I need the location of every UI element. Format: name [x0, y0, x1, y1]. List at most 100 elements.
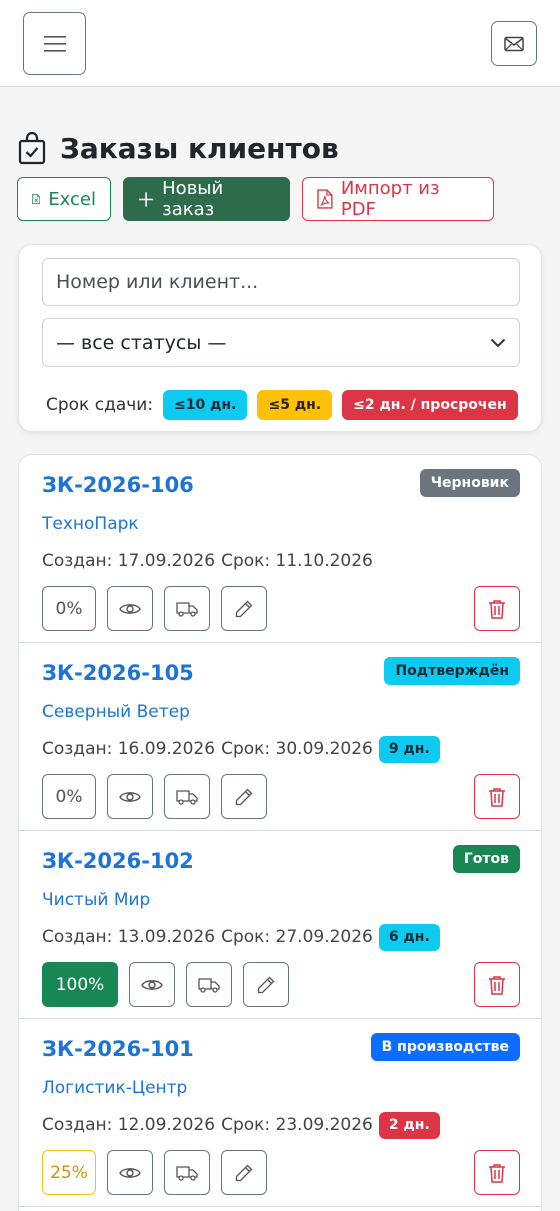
shipment-button[interactable]	[186, 962, 232, 1007]
days-left-badge: 6 дн.	[378, 923, 440, 951]
truck-icon	[198, 977, 220, 993]
truck-icon	[176, 789, 198, 805]
edit-button[interactable]	[221, 1150, 267, 1195]
client-link[interactable]: Северный Ветер	[42, 702, 190, 722]
order-number-link[interactable]: ЗК-2026-106	[42, 473, 194, 497]
status-badge: Черновик	[419, 469, 520, 497]
messages-button[interactable]	[491, 21, 537, 66]
page-title: Заказы клиентов	[60, 131, 339, 165]
progress-button[interactable]: 25%	[42, 1150, 96, 1195]
progress-button[interactable]: 0%	[42, 774, 96, 819]
deadline-chip-5[interactable]: ≤5 дн.	[257, 390, 333, 420]
status-select-value: — все статусы —	[56, 331, 227, 354]
status-badge: Подтверждён	[384, 657, 520, 685]
trash-icon	[489, 1163, 505, 1183]
truck-icon	[176, 601, 198, 617]
created-date: Создан: 12.09.2026	[42, 1115, 216, 1135]
pencil-icon	[235, 600, 253, 617]
edit-button[interactable]	[221, 774, 267, 819]
new-order-button[interactable]: Новый заказ	[123, 177, 290, 221]
deadline-chip-2[interactable]: ≤2 дн. / просрочен	[342, 390, 518, 420]
import-pdf-label: Импорт из PDF	[340, 178, 440, 220]
progress-button[interactable]: 100%	[42, 962, 118, 1007]
eye-icon	[119, 1167, 141, 1178]
page-header: Заказы клиентов	[18, 128, 339, 168]
trash-icon	[489, 975, 505, 995]
order-number-link[interactable]: ЗК-2026-102	[42, 849, 194, 873]
status-badge: В производстве	[370, 1033, 520, 1061]
excel-label: Excel	[48, 188, 96, 210]
order-dates: Создан: 12.09.2026 Срок: 23.09.2026 2 дн…	[42, 1111, 440, 1139]
toolbar: Excel Новый заказ Импорт из PDF	[17, 177, 494, 221]
deadline-chip-10[interactable]: ≤10 дн.	[163, 390, 248, 420]
order-number-link[interactable]: ЗК-2026-105	[42, 661, 194, 685]
trash-icon	[489, 787, 505, 807]
shopping-bag-check-icon	[18, 131, 46, 165]
file-excel-icon	[32, 193, 41, 205]
filter-panel: — все статусы — Срок сдачи: ≤10 дн. ≤5 д…	[18, 244, 542, 432]
order-dates: Создан: 16.09.2026 Срок: 30.09.2026 9 дн…	[42, 735, 440, 763]
top-navbar	[0, 0, 560, 87]
view-button[interactable]	[107, 1150, 153, 1195]
progress-button[interactable]: 0%	[42, 586, 96, 631]
chevron-down-icon	[490, 338, 506, 347]
deadline-date: Срок: 27.09.2026	[221, 927, 373, 947]
view-button[interactable]	[129, 962, 175, 1007]
deadline-date: Срок: 30.09.2026	[221, 739, 373, 759]
pencil-icon	[257, 976, 275, 993]
edit-button[interactable]	[243, 962, 289, 1007]
deadline-label: Срок сдачи:	[46, 395, 154, 415]
client-link[interactable]: Логистик-Центр	[42, 1078, 187, 1098]
view-button[interactable]	[107, 774, 153, 819]
shipment-button[interactable]	[164, 586, 210, 631]
order-dates: Создан: 13.09.2026 Срок: 27.09.2026 6 дн…	[42, 923, 440, 951]
order-tools: 0%	[42, 586, 267, 631]
order-dates: Создан: 17.09.2026 Срок: 11.10.2026	[42, 547, 373, 575]
shipment-button[interactable]	[164, 1150, 210, 1195]
pencil-icon	[235, 788, 253, 805]
view-button[interactable]	[107, 586, 153, 631]
status-badge: Готов	[452, 845, 520, 873]
order-tools: 25%	[42, 1150, 267, 1195]
order-item: ЗК-2026-106 Черновик ТехноПарк Создан: 1…	[19, 455, 541, 643]
eye-icon	[141, 979, 163, 990]
order-item: ЗК-2026-105 Подтверждён Северный Ветер С…	[19, 643, 541, 831]
new-order-label: Новый заказ	[162, 178, 224, 220]
trash-icon	[489, 599, 505, 619]
search-input[interactable]	[42, 258, 520, 306]
created-date: Создан: 16.09.2026	[42, 739, 216, 759]
edit-button[interactable]	[221, 586, 267, 631]
order-item: ЗК-2026-101 В производстве Логистик-Цент…	[19, 1019, 541, 1207]
days-left-badge: 9 дн.	[378, 735, 440, 763]
delete-button[interactable]	[474, 962, 520, 1007]
order-item: ЗК-2026-102 Готов Чистый Мир Создан: 13.…	[19, 831, 541, 1019]
deadline-date: Срок: 11.10.2026	[221, 551, 373, 571]
hamburger-icon	[43, 35, 66, 52]
order-tools: 100%	[42, 962, 289, 1007]
shipment-button[interactable]	[164, 774, 210, 819]
delete-button[interactable]	[474, 1150, 520, 1195]
envelope-icon	[504, 36, 524, 51]
export-excel-button[interactable]: Excel	[17, 177, 111, 221]
eye-icon	[119, 603, 141, 614]
file-pdf-icon	[317, 189, 333, 209]
created-date: Создан: 13.09.2026	[42, 927, 216, 947]
order-tools: 0%	[42, 774, 267, 819]
delete-button[interactable]	[474, 586, 520, 631]
orders-list: ЗК-2026-106 Черновик ТехноПарк Создан: 1…	[18, 454, 542, 1211]
menu-toggle-button[interactable]	[23, 12, 86, 75]
pencil-icon	[235, 1164, 253, 1181]
eye-icon	[119, 791, 141, 802]
client-link[interactable]: ТехноПарк	[42, 514, 139, 534]
days-left-badge: 2 дн.	[378, 1111, 440, 1139]
plus-icon	[138, 191, 154, 207]
delete-button[interactable]	[474, 774, 520, 819]
deadline-date: Срок: 23.09.2026	[221, 1115, 373, 1135]
created-date: Создан: 17.09.2026	[42, 551, 216, 571]
import-pdf-button[interactable]: Импорт из PDF	[302, 177, 494, 221]
truck-icon	[176, 1165, 198, 1181]
order-number-link[interactable]: ЗК-2026-101	[42, 1037, 194, 1061]
client-link[interactable]: Чистый Мир	[42, 890, 150, 910]
status-select[interactable]: — все статусы —	[42, 318, 520, 367]
deadline-legend: Срок сдачи: ≤10 дн. ≤5 дн. ≤2 дн. / прос…	[46, 390, 518, 420]
